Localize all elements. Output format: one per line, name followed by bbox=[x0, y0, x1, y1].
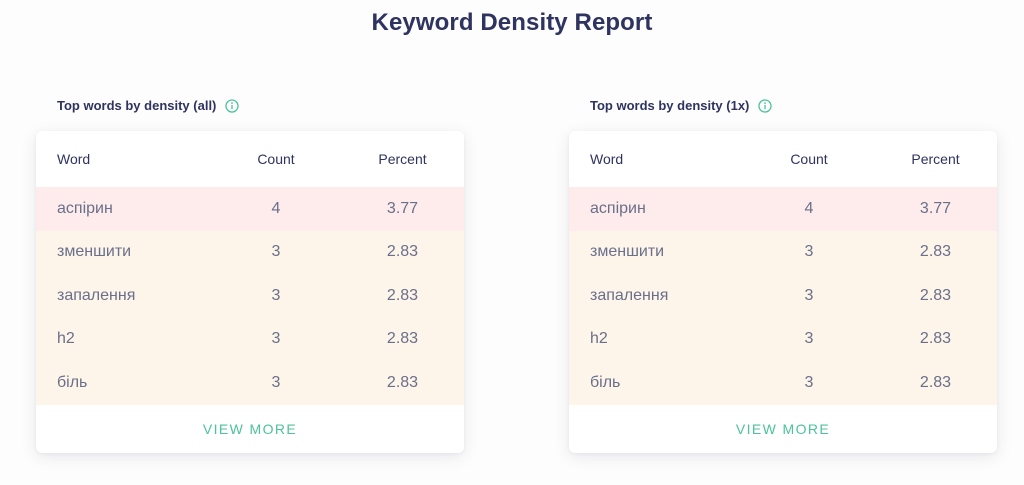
percent-cell: 2.83 bbox=[386, 243, 419, 261]
info-icon[interactable] bbox=[758, 98, 773, 113]
word-cell: h2 bbox=[57, 330, 75, 348]
count-cell: 3 bbox=[271, 286, 281, 304]
table-row: зменшити 3 2.83 bbox=[36, 230, 464, 274]
percent-cell: 2.83 bbox=[386, 286, 419, 304]
density-table-card: Word Count Percent аспірин 4 3.77 зменши… bbox=[569, 131, 997, 453]
panel-heading-label: Top words by density (1x) bbox=[590, 98, 750, 113]
percent-cell: 3.77 bbox=[919, 199, 952, 217]
count-cell: 3 bbox=[804, 286, 814, 304]
table-header: Word Count Percent bbox=[569, 131, 997, 187]
percent-cell: 3.77 bbox=[386, 199, 419, 217]
percent-cell: 2.83 bbox=[919, 243, 952, 261]
percent-cell: 2.83 bbox=[386, 330, 419, 348]
word-cell: біль bbox=[57, 373, 88, 391]
table-row: біль 3 2.83 bbox=[569, 361, 997, 405]
view-more-button[interactable]: VIEW MORE bbox=[36, 405, 464, 454]
count-cell: 4 bbox=[804, 199, 814, 217]
column-header-word: Word bbox=[57, 151, 91, 167]
column-header-word: Word bbox=[590, 151, 624, 167]
word-cell: біль bbox=[590, 373, 621, 391]
table-row: запалення 3 2.83 bbox=[569, 274, 997, 318]
count-cell: 3 bbox=[271, 330, 281, 348]
table-row: зменшити 3 2.83 bbox=[569, 230, 997, 274]
column-header-count: Count bbox=[257, 151, 295, 167]
page-title: Keyword Density Report bbox=[371, 9, 653, 36]
word-cell: аспірин bbox=[590, 199, 646, 217]
percent-cell: 2.83 bbox=[919, 373, 952, 391]
word-cell: зменшити bbox=[590, 243, 665, 261]
word-cell: h2 bbox=[590, 330, 608, 348]
percent-cell: 2.83 bbox=[386, 373, 419, 391]
percent-cell: 2.83 bbox=[919, 286, 952, 304]
word-cell: запалення bbox=[590, 286, 669, 304]
info-icon[interactable] bbox=[225, 98, 240, 113]
word-cell: запалення bbox=[57, 286, 136, 304]
count-cell: 3 bbox=[271, 373, 281, 391]
count-cell: 4 bbox=[271, 199, 281, 217]
percent-cell: 2.83 bbox=[919, 330, 952, 348]
panel-heading: Top words by density (1x) bbox=[590, 98, 773, 113]
column-header-percent: Percent bbox=[378, 151, 427, 167]
keyword-density-page: Keyword Density Report Top words by dens… bbox=[0, 0, 1024, 485]
panel-heading-label: Top words by density (all) bbox=[57, 98, 217, 113]
column-header-count: Count bbox=[790, 151, 828, 167]
table-row: h2 3 2.83 bbox=[569, 317, 997, 361]
table-row: аспірин 4 3.77 bbox=[36, 187, 464, 231]
table-header: Word Count Percent bbox=[36, 131, 464, 187]
count-cell: 3 bbox=[804, 373, 814, 391]
count-cell: 3 bbox=[271, 243, 281, 261]
count-cell: 3 bbox=[804, 330, 814, 348]
count-cell: 3 bbox=[804, 243, 814, 261]
panel-heading: Top words by density (all) bbox=[57, 98, 240, 113]
table-row: біль 3 2.83 bbox=[36, 361, 464, 405]
view-more-button[interactable]: VIEW MORE bbox=[569, 405, 997, 454]
word-cell: аспірин bbox=[57, 199, 113, 217]
column-header-percent: Percent bbox=[911, 151, 960, 167]
word-cell: зменшити bbox=[57, 243, 132, 261]
table-row: аспірин 4 3.77 bbox=[569, 187, 997, 231]
density-table-card: Word Count Percent аспірин 4 3.77 зменши… bbox=[36, 131, 464, 453]
table-row: h2 3 2.83 bbox=[36, 317, 464, 361]
table-row: запалення 3 2.83 bbox=[36, 274, 464, 318]
